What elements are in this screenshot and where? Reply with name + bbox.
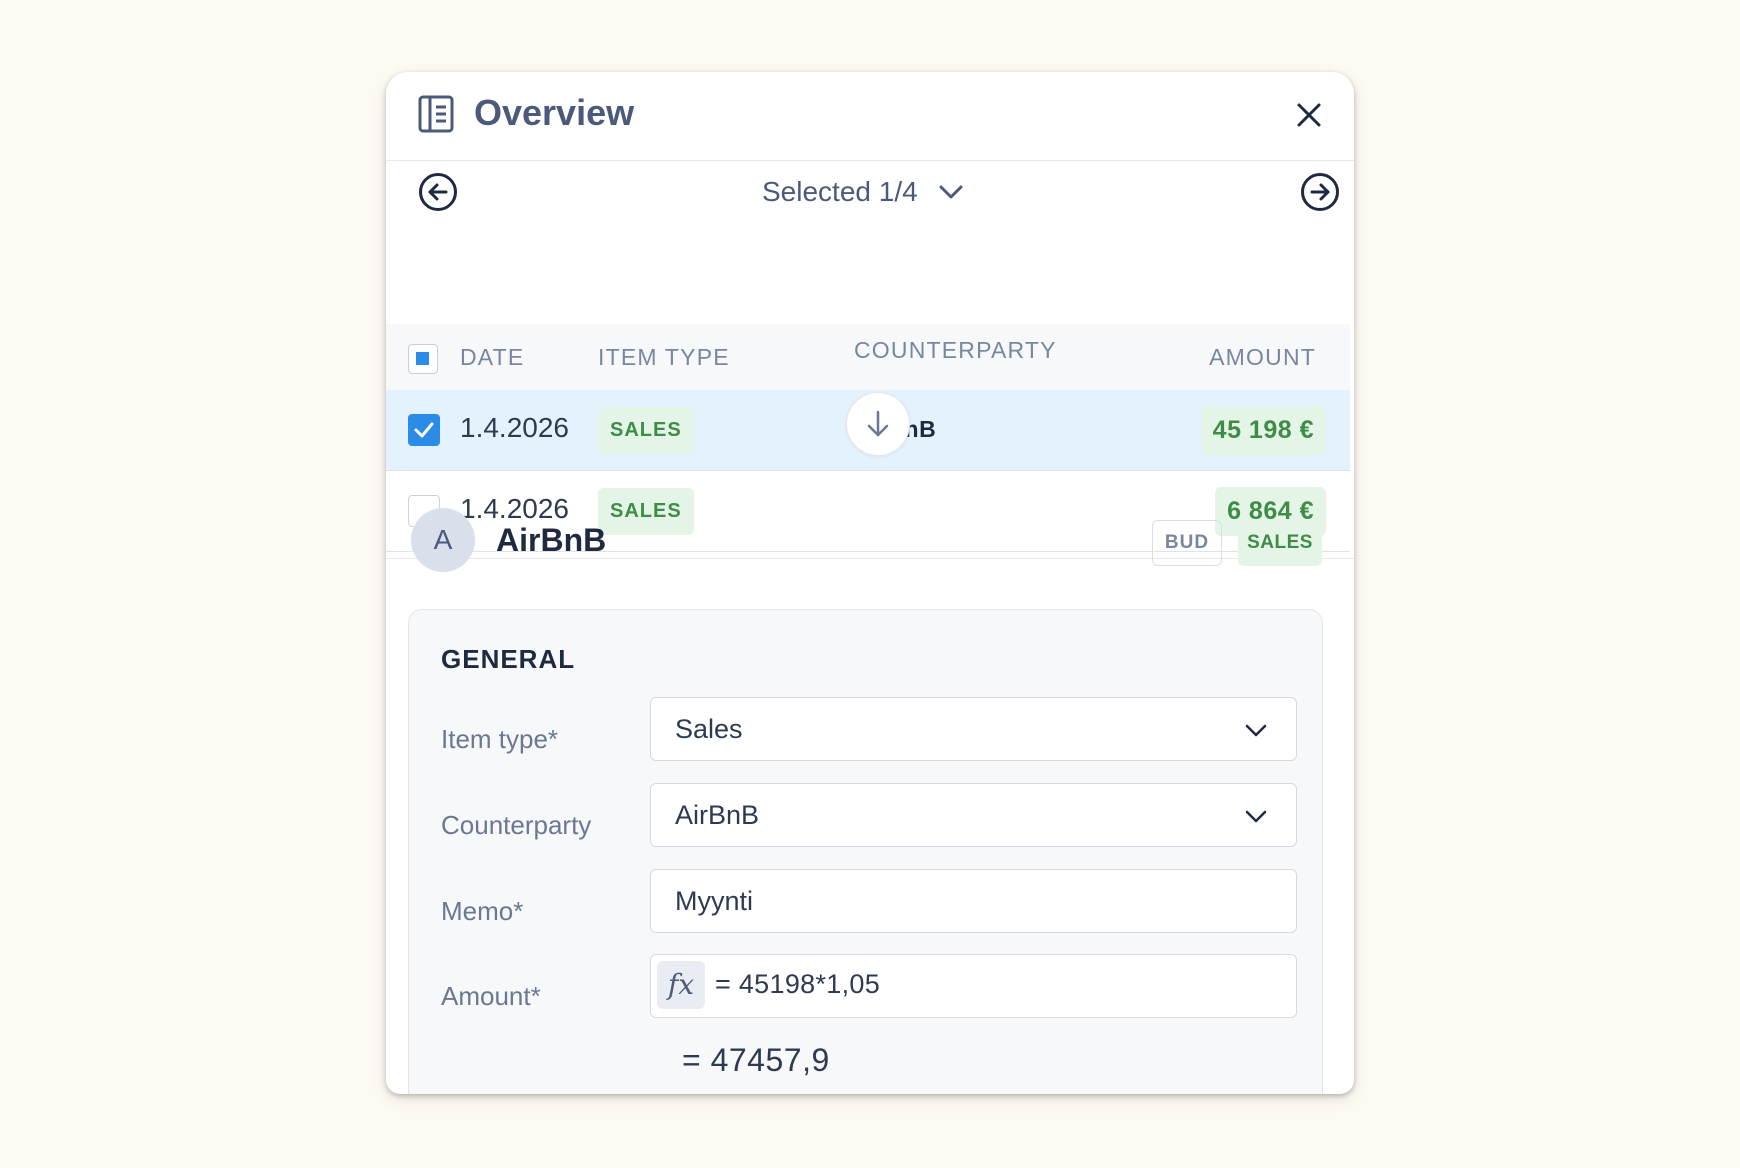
item-type-badge: SALES xyxy=(598,488,694,535)
arrow-left-circle-icon[interactable] xyxy=(418,172,458,212)
chevron-down-icon xyxy=(1245,724,1267,737)
selection-label: Selected 1/4 xyxy=(762,176,918,207)
arrow-right-circle-icon[interactable] xyxy=(1300,172,1340,212)
amount-formula: = 45198*1,05 xyxy=(715,969,881,999)
row-date: 1.4.2026 xyxy=(460,412,569,443)
scroll-down-button[interactable] xyxy=(846,392,910,456)
counterparty-select[interactable]: AirBnB xyxy=(650,783,1297,847)
arrow-down-icon xyxy=(867,410,889,437)
item-type-select[interactable]: Sales xyxy=(650,697,1297,761)
overview-panel: Overview Selected 1/4 DATE ITEM TYPE COU… xyxy=(386,72,1354,1094)
chevron-down-icon xyxy=(939,185,963,199)
table-header: DATE ITEM TYPE COUNTERPARTY AMOUNT xyxy=(386,324,1350,391)
formula-icon[interactable]: fx xyxy=(657,961,705,1009)
book-icon xyxy=(418,95,454,133)
avatar: A xyxy=(411,508,475,572)
panel-header: Overview xyxy=(386,72,1354,161)
column-header-item-type[interactable]: ITEM TYPE xyxy=(598,344,730,371)
chevron-down-icon xyxy=(1245,810,1267,823)
memo-input[interactable]: Myynti xyxy=(650,869,1297,933)
close-icon[interactable] xyxy=(1292,98,1326,132)
row-checkbox[interactable] xyxy=(408,414,440,446)
row-date: 1.4.2026 xyxy=(460,493,569,524)
column-header-date[interactable]: DATE xyxy=(460,344,524,371)
amount-label: Amount* xyxy=(441,981,541,1011)
sales-tag: SALES xyxy=(1238,520,1322,566)
row-amount: 45 198 € xyxy=(1200,406,1326,455)
counterparty-value: AirBnB xyxy=(675,800,760,830)
item-type-label: Item type* xyxy=(441,724,559,754)
section-title: GENERAL xyxy=(441,644,576,674)
column-header-amount[interactable]: AMOUNT xyxy=(1209,344,1316,371)
counterparty-label: Counterparty xyxy=(441,810,592,840)
select-all-checkbox[interactable] xyxy=(408,344,438,374)
counterparty-name: AirBnB xyxy=(496,522,607,558)
memo-value: Myynti xyxy=(675,886,754,916)
amount-result: = 47457,9 xyxy=(682,1042,830,1078)
item-type-value: Sales xyxy=(675,714,743,744)
column-header-counterparty[interactable]: COUNTERPARTY xyxy=(854,337,1057,364)
general-card: GENERAL Item type* Sales Counterparty Ai… xyxy=(408,609,1323,1094)
checkmark-icon xyxy=(414,422,434,438)
amount-formula-input[interactable]: fx = 45198*1,05 xyxy=(650,954,1297,1018)
bud-tag: BUD xyxy=(1152,520,1222,566)
page-title: Overview xyxy=(474,92,635,133)
item-type-badge: SALES xyxy=(598,407,694,454)
memo-label: Memo* xyxy=(441,896,524,926)
selection-dropdown[interactable]: Selected 1/4 xyxy=(762,172,964,212)
